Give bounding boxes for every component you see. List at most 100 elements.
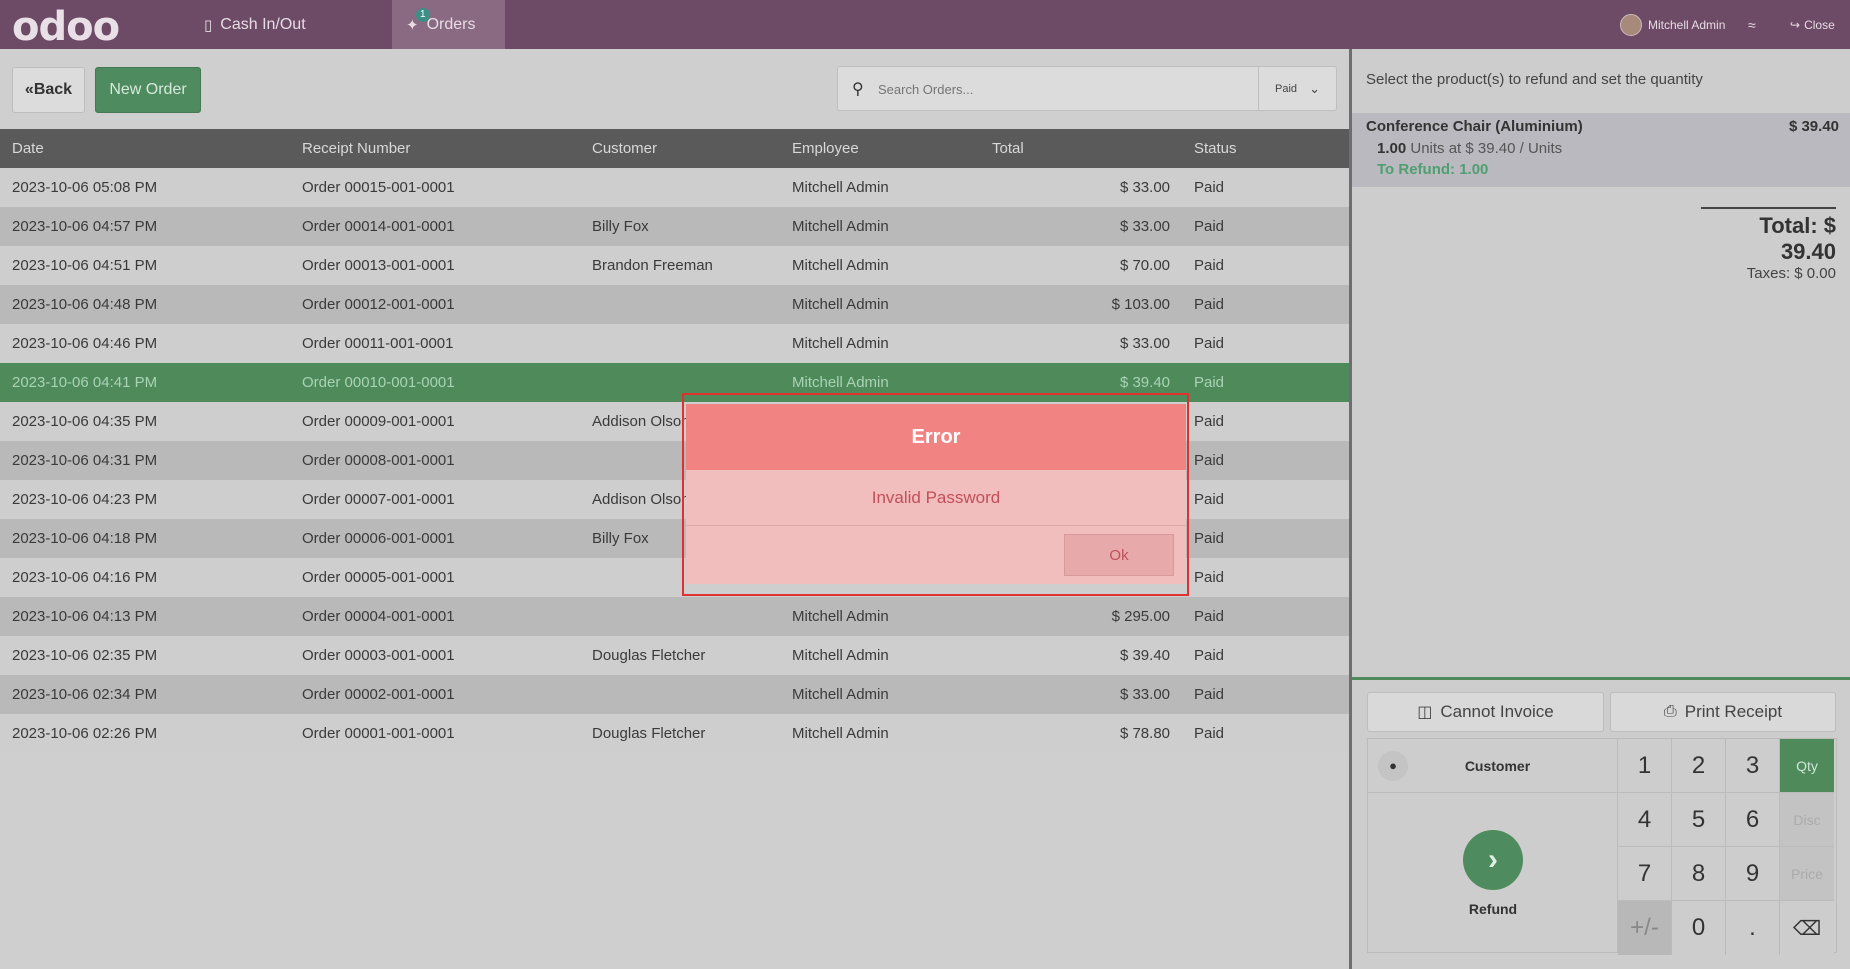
cell-receipt: Order 00003-001-0001: [290, 636, 580, 675]
dialog-message: Invalid Password: [686, 470, 1186, 526]
cell-date: 2023-10-06 02:35 PM: [0, 636, 290, 675]
table-row[interactable]: 2023-10-06 02:35 PM Order 00003-001-0001 D…: [0, 636, 1349, 675]
cell-date: 2023-10-06 04:46 PM: [0, 324, 290, 363]
new-order-button[interactable]: New Order: [95, 67, 201, 113]
cell-receipt: Order 00006-001-0001: [290, 519, 580, 558]
key-price[interactable]: Price: [1780, 847, 1834, 901]
orders-label: Orders: [426, 15, 476, 33]
cell-date: 2023-10-06 02:26 PM: [0, 714, 290, 753]
table-row[interactable]: 2023-10-06 04:48 PM Order 00012-001-0001 M…: [0, 285, 1349, 324]
cell-customer: [580, 285, 780, 324]
cell-receipt: Order 00001-001-0001: [290, 714, 580, 753]
cell-total: $ 70.00: [980, 246, 1182, 285]
cell-date: 2023-10-06 04:23 PM: [0, 480, 290, 519]
cell-date: 2023-10-06 04:13 PM: [0, 597, 290, 636]
cell-status: Paid: [1182, 480, 1349, 519]
key-qty[interactable]: Qty: [1780, 739, 1834, 793]
cell-status: Paid: [1182, 324, 1349, 363]
cell-status: Paid: [1182, 246, 1349, 285]
cell-customer: Douglas Fletcher: [580, 636, 780, 675]
header-receipt[interactable]: Receipt Number: [290, 129, 580, 168]
key-7[interactable]: 7: [1618, 847, 1672, 901]
key-3[interactable]: 3: [1726, 739, 1780, 793]
customer-button[interactable]: ● Customer: [1368, 739, 1618, 793]
order-totals: Total: $ 39.40 Taxes: $ 0.00: [1701, 207, 1836, 282]
back-button[interactable]: « Back: [12, 67, 85, 113]
cell-status: Paid: [1182, 636, 1349, 675]
cannot-invoice-label: Cannot Invoice: [1440, 702, 1554, 721]
cell-receipt: Order 00013-001-0001: [290, 246, 580, 285]
product-qty: 1.00 Units at $ 39.40 / Units: [1377, 140, 1562, 157]
cell-receipt: Order 00007-001-0001: [290, 480, 580, 519]
cash-in-out-button[interactable]: ▯ Cash In/Out: [190, 0, 320, 49]
cell-status: Paid: [1182, 597, 1349, 636]
table-row[interactable]: 2023-10-06 02:26 PM Order 00001-001-0001 D…: [0, 714, 1349, 753]
header-total[interactable]: Total: [980, 129, 1182, 168]
key-4[interactable]: 4: [1618, 793, 1672, 847]
status-filter-dropdown[interactable]: Paid ⌄: [1258, 67, 1336, 110]
key-6[interactable]: 6: [1726, 793, 1780, 847]
refund-label: Refund: [1468, 901, 1518, 917]
user-menu[interactable]: Mitchell Admin: [1620, 0, 1725, 49]
cell-receipt: Order 00004-001-0001: [290, 597, 580, 636]
cell-total: $ 103.00: [980, 285, 1182, 324]
key-2[interactable]: 2: [1672, 739, 1726, 793]
to-refund-qty: To Refund: 1.00: [1377, 161, 1489, 178]
dialog-title: Error: [686, 404, 1186, 470]
cell-employee: Mitchell Admin: [780, 597, 980, 636]
table-row[interactable]: 2023-10-06 04:51 PM Order 00013-001-0001 B…: [0, 246, 1349, 285]
key-disc[interactable]: Disc: [1780, 793, 1834, 847]
key-plus-minus[interactable]: +/-: [1618, 901, 1672, 955]
key-dot[interactable]: .: [1726, 901, 1780, 955]
orders-badge: 1: [416, 7, 430, 22]
orderline-selected[interactable]: Conference Chair (Aluminium) $ 39.40 1.0…: [1352, 113, 1850, 187]
cell-total: $ 33.00: [980, 324, 1182, 363]
close-label: Close: [1804, 17, 1835, 32]
print-receipt-label: Print Receipt: [1684, 702, 1783, 721]
key-9[interactable]: 9: [1726, 847, 1780, 901]
cannot-invoice-button[interactable]: ◫ Cannot Invoice: [1367, 692, 1604, 732]
chevron-right-icon: ›: [1463, 830, 1523, 890]
user-name: Mitchell Admin: [1648, 17, 1726, 32]
refund-hint: Select the product(s) to refund and set …: [1366, 71, 1703, 88]
cell-date: 2023-10-06 04:57 PM: [0, 207, 290, 246]
cash-in-out-label: Cash In/Out: [220, 15, 306, 33]
back-label: Back: [33, 81, 73, 98]
table-row[interactable]: 2023-10-06 04:46 PM Order 00011-001-0001 M…: [0, 324, 1349, 363]
wifi-icon: ≈: [1748, 16, 1756, 33]
error-dialog: Error Invalid Password Ok: [686, 404, 1186, 584]
table-row[interactable]: 2023-10-06 04:13 PM Order 00004-001-0001 M…: [0, 597, 1349, 636]
filter-label: Paid: [1275, 82, 1298, 95]
print-receipt-button[interactable]: ⎙ Print Receipt: [1610, 692, 1836, 732]
cell-customer: Brandon Freeman: [580, 246, 780, 285]
odoo-logo: odoo: [12, 4, 120, 50]
cell-total: $ 78.80: [980, 714, 1182, 753]
backspace-icon[interactable]: ⌫: [1780, 901, 1834, 955]
table-row[interactable]: 2023-10-06 05:08 PM Order 00015-001-0001 M…: [0, 168, 1349, 207]
close-button[interactable]: ↪ Close: [1790, 0, 1835, 49]
top-bar: odoo ▯ Cash In/Out ✦ 1 Orders Mitchell Ad…: [0, 0, 1850, 50]
cell-total: $ 33.00: [980, 675, 1182, 714]
header-date[interactable]: Date: [0, 129, 290, 168]
key-1[interactable]: 1: [1618, 739, 1672, 793]
header-status[interactable]: Status: [1182, 129, 1349, 168]
cell-status: Paid: [1182, 207, 1349, 246]
cell-total: $ 39.40: [980, 636, 1182, 675]
chevron-down-icon: ⌄: [1309, 80, 1320, 96]
key-8[interactable]: 8: [1672, 847, 1726, 901]
refund-pay-button[interactable]: › Refund: [1368, 793, 1618, 953]
ok-button[interactable]: Ok: [1064, 534, 1174, 576]
cell-status: Paid: [1182, 441, 1349, 480]
header-employee[interactable]: Employee: [780, 129, 980, 168]
cell-status: Paid: [1182, 402, 1349, 441]
orders-button[interactable]: ✦ 1 Orders: [392, 0, 505, 49]
table-row[interactable]: 2023-10-06 04:57 PM Order 00014-001-0001 B…: [0, 207, 1349, 246]
header-customer[interactable]: Customer: [580, 129, 780, 168]
search-input[interactable]: [878, 75, 1238, 103]
key-0[interactable]: 0: [1672, 901, 1726, 955]
key-5[interactable]: 5: [1672, 793, 1726, 847]
cell-customer: Billy Fox: [580, 207, 780, 246]
cell-status: Paid: [1182, 714, 1349, 753]
search-icon: ⚲: [852, 81, 864, 98]
table-row[interactable]: 2023-10-06 02:34 PM Order 00002-001-0001 M…: [0, 675, 1349, 714]
